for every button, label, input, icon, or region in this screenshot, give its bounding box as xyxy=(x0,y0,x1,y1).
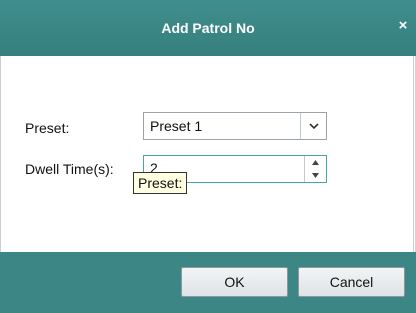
dialog-body xyxy=(0,56,414,252)
close-icon[interactable]: × xyxy=(396,17,410,35)
cancel-button[interactable]: Cancel xyxy=(298,267,405,297)
dialog-titlebar: Add Patrol No × xyxy=(0,0,416,56)
spin-buttons xyxy=(304,156,326,182)
preset-select[interactable]: Preset 1 xyxy=(143,112,327,140)
dialog-title: Add Patrol No xyxy=(161,20,255,36)
arrow-down-icon[interactable] xyxy=(305,169,326,182)
dwell-time-label: Dwell Time(s): xyxy=(25,161,114,177)
chevron-down-icon[interactable] xyxy=(300,113,326,139)
arrow-up-icon[interactable] xyxy=(305,156,326,169)
preset-label: Preset: xyxy=(25,120,70,136)
ok-button[interactable]: OK xyxy=(181,267,288,297)
preset-select-value: Preset 1 xyxy=(150,118,203,134)
add-patrol-dialog: Add Patrol No × Preset: Preset 1 Dwell T… xyxy=(0,0,416,313)
preset-tooltip: Preset: xyxy=(133,172,188,194)
